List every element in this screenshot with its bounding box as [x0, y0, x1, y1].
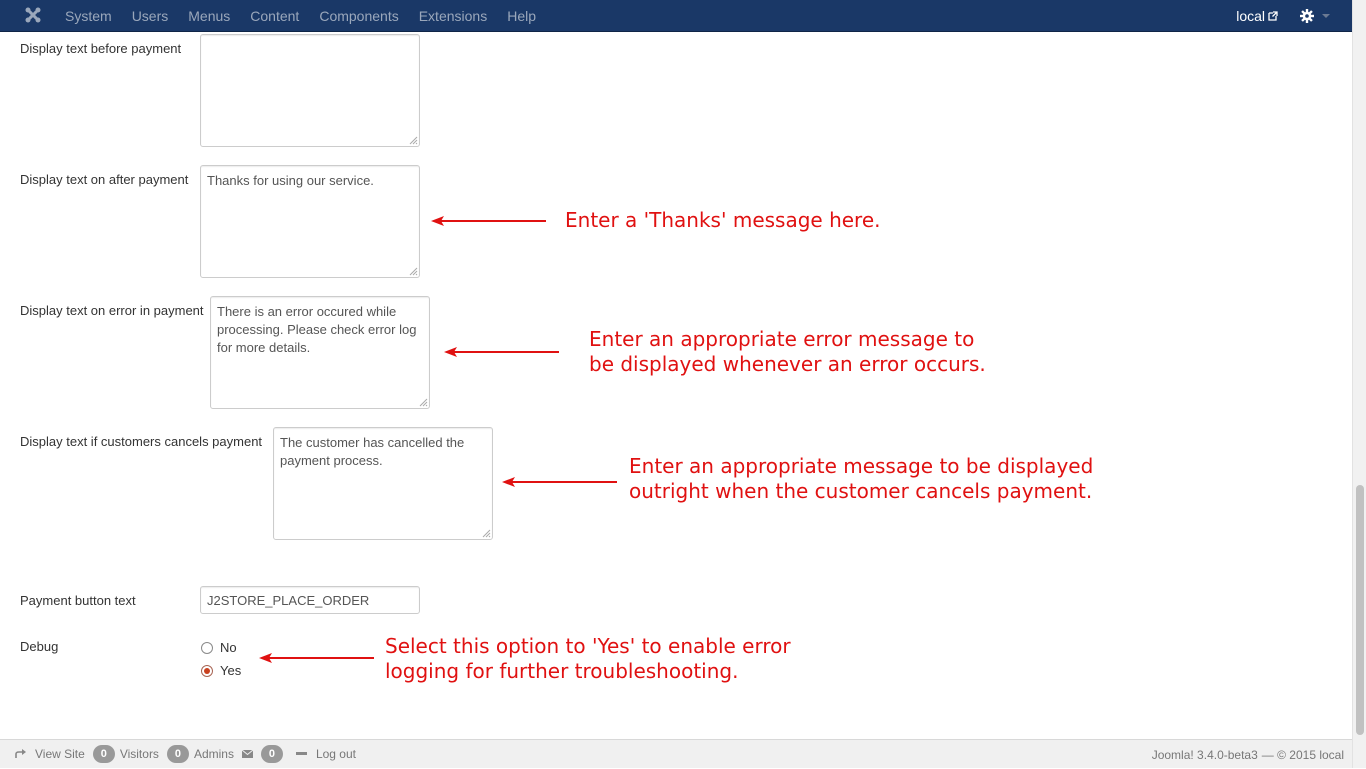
label-debug: Debug	[20, 639, 59, 654]
annotation-cancel-line-2: outright when the customer cancels payme…	[629, 479, 1093, 503]
label-error-payment: Display text on error in payment	[20, 303, 204, 318]
annotation-cancel-line-1: Enter an appropriate message to be displ…	[629, 454, 1094, 478]
logout-link[interactable]: Log out	[295, 747, 356, 761]
messages-badge: 0	[260, 745, 283, 763]
menu-system[interactable]: System	[65, 8, 112, 24]
textarea-cancel-payment[interactable]: The customer has cancelled the payment p…	[273, 427, 493, 540]
main-menu: System Users Menus Content Components Ex…	[65, 0, 556, 32]
site-link[interactable]: local	[1236, 8, 1278, 24]
radio-yes-label: Yes	[220, 663, 242, 678]
gear-icon	[1300, 9, 1314, 23]
navbar-right: local	[1236, 0, 1352, 32]
site-label: local	[1236, 8, 1265, 24]
settings-dropdown[interactable]	[1300, 9, 1330, 23]
view-site-link[interactable]: View Site	[15, 747, 85, 761]
copyright-text: — © 2015 local	[1261, 747, 1344, 762]
menu-content[interactable]: Content	[250, 8, 299, 24]
debug-option-no[interactable]: No	[201, 640, 237, 655]
annotation-arrow	[502, 477, 617, 487]
annotation-arrow	[259, 653, 374, 663]
textarea-cancel-payment-value: The customer has cancelled the payment p…	[280, 435, 465, 468]
menu-users[interactable]: Users	[132, 8, 169, 24]
chevron-down-icon	[1322, 14, 1330, 18]
resize-grip-icon[interactable]	[409, 136, 418, 145]
top-navbar: System Users Menus Content Components Ex…	[0, 0, 1352, 32]
menu-components[interactable]: Components	[319, 8, 398, 24]
annotation-debug-line-1: Select this option to 'Yes' to enable er…	[385, 634, 791, 658]
resize-grip-icon[interactable]	[482, 529, 491, 538]
button-text-input[interactable]: J2STORE_PLACE_ORDER	[200, 586, 420, 614]
visitors-label: Visitors	[119, 747, 159, 761]
logout-label: Log out	[315, 747, 356, 761]
radio-no[interactable]	[201, 641, 213, 654]
annotation-thanks: Enter a 'Thanks' message here.	[565, 208, 881, 232]
label-after-payment: Display text on after payment	[20, 172, 189, 187]
label-button-text: Payment button text	[20, 593, 136, 608]
footer-version: Joomla! 3.4.0-beta3 — © 2015 local	[1152, 740, 1344, 769]
annotation-error-line-2: be displayed whenever an error occurs.	[589, 352, 986, 376]
scrollbar-thumb[interactable]	[1356, 485, 1364, 735]
debug-option-yes[interactable]: Yes	[201, 663, 241, 678]
version-link[interactable]: Joomla! 3.4.0-beta3	[1152, 748, 1258, 762]
label-before-payment: Display text before payment	[20, 41, 182, 56]
admins-label: Admins	[193, 747, 234, 761]
annotation-error-line-1: Enter an appropriate error message to	[589, 327, 975, 351]
resize-grip-icon[interactable]	[409, 267, 418, 276]
messages-link[interactable]: 0	[241, 745, 288, 763]
vertical-scrollbar[interactable]	[1352, 0, 1366, 768]
external-link-icon	[1268, 11, 1278, 21]
resize-grip-icon[interactable]	[419, 398, 428, 407]
annotation-arrow	[444, 347, 559, 357]
admins-badge: 0	[166, 745, 189, 763]
radio-yes[interactable]	[201, 664, 213, 677]
textarea-error-payment-value: There is an error occured while processi…	[217, 304, 417, 355]
annotation-arrow	[431, 216, 546, 226]
annotation-debug-line-2: logging for further troubleshooting.	[385, 659, 739, 683]
menu-menus[interactable]: Menus	[188, 8, 230, 24]
menu-help[interactable]: Help	[507, 8, 536, 24]
radio-no-label: No	[220, 640, 237, 655]
admins-link[interactable]: 0 Admins	[166, 745, 234, 763]
visitors-link[interactable]: 0 Visitors	[92, 745, 159, 763]
textarea-after-payment[interactable]: Thanks for using our service.	[200, 165, 420, 278]
view-site-label: View Site	[35, 747, 85, 761]
menu-extensions[interactable]: Extensions	[419, 8, 487, 24]
visitors-badge: 0	[92, 745, 115, 763]
status-footer: View Site 0 Visitors 0 Admins 0 Log out …	[0, 739, 1352, 768]
button-text-value: J2STORE_PLACE_ORDER	[207, 593, 370, 608]
share-icon	[15, 749, 26, 758]
textarea-before-payment[interactable]	[200, 34, 420, 147]
textarea-after-payment-value: Thanks for using our service.	[207, 173, 374, 188]
envelope-icon	[241, 750, 253, 758]
minus-icon	[295, 752, 307, 755]
label-cancel-payment: Display text if customers cancels paymen…	[20, 434, 263, 449]
joomla-logo-icon[interactable]	[24, 6, 42, 24]
textarea-error-payment[interactable]: There is an error occured while processi…	[210, 296, 430, 409]
